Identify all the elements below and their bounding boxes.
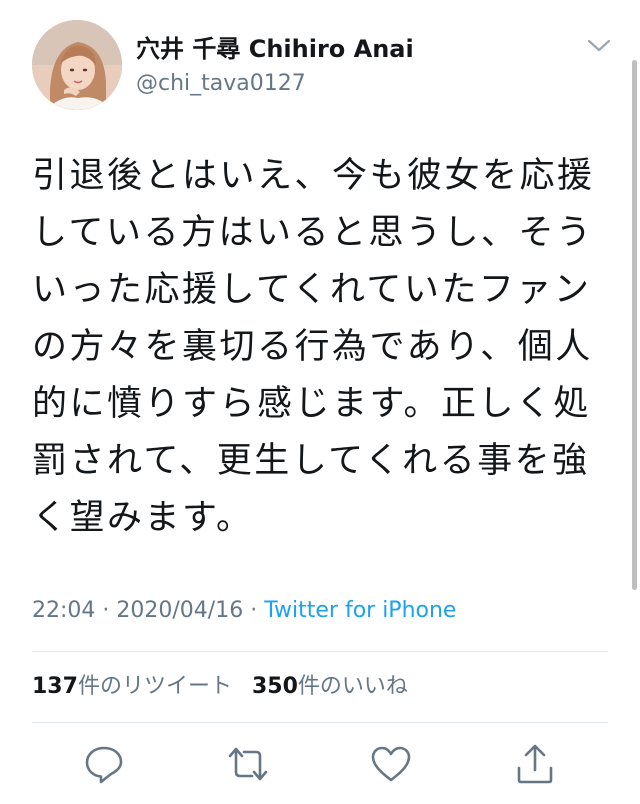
like-stat[interactable]: 350件のいいね bbox=[252, 674, 408, 699]
scrollbar[interactable] bbox=[632, 60, 637, 590]
avatar[interactable] bbox=[32, 20, 122, 110]
action-bar bbox=[0, 738, 640, 794]
retweet-icon[interactable] bbox=[226, 742, 270, 786]
tweet-text-line: の方々を裏切る行為であり、個人 bbox=[32, 327, 593, 367]
tweet-text-line: 引退後とはいえ、今も彼女を応援 bbox=[32, 156, 595, 196]
tweet-text: 引退後とはいえ、今も彼女を応援 している方はいると思うし、そう いった応援してく… bbox=[32, 148, 602, 547]
meta-separator: · bbox=[250, 598, 258, 623]
retweet-label: 件のリツイート bbox=[77, 674, 232, 699]
tweet-text-line: している方はいると思うし、そう bbox=[32, 213, 594, 253]
heart-icon[interactable] bbox=[369, 742, 413, 786]
tweet-header: 穴井 千尋 Chihiro Anai @chi_tava0127 bbox=[32, 20, 612, 110]
tweet-text-line: 的に憤りすら感じます。正しく処 bbox=[32, 384, 592, 424]
tweet-source-link[interactable]: Twitter for iPhone bbox=[264, 598, 456, 623]
like-label: 件のいいね bbox=[297, 674, 408, 699]
reply-icon[interactable] bbox=[82, 742, 126, 786]
divider bbox=[32, 722, 608, 723]
tweet-meta: 22:04 · 2020/04/16 · Twitter for iPhone bbox=[32, 596, 456, 626]
author-name[interactable]: 穴井 千尋 Chihiro Anai bbox=[136, 34, 414, 64]
tweet-text-line: いった応援してくれていたファン bbox=[32, 270, 592, 310]
author-handle[interactable]: @chi_tava0127 bbox=[136, 70, 306, 98]
share-icon[interactable] bbox=[513, 742, 557, 786]
tweet-date: 2020/04/16 bbox=[116, 598, 244, 623]
tweet-time: 22:04 bbox=[32, 598, 96, 623]
divider bbox=[32, 651, 608, 652]
tweet-stats: 137件のリツイート 350件のいいね bbox=[32, 672, 408, 702]
chevron-down-icon[interactable] bbox=[586, 36, 612, 56]
avatar-photo bbox=[32, 20, 122, 110]
retweet-stat[interactable]: 137件のリツイート bbox=[32, 674, 232, 699]
meta-separator: · bbox=[102, 598, 110, 623]
retweet-count: 137 bbox=[32, 674, 78, 699]
tweet-text-line: 罰されて、更生してくれる事を強 bbox=[32, 441, 590, 481]
tweet-text-line: く望みます。 bbox=[32, 498, 254, 538]
like-count: 350 bbox=[251, 674, 298, 699]
